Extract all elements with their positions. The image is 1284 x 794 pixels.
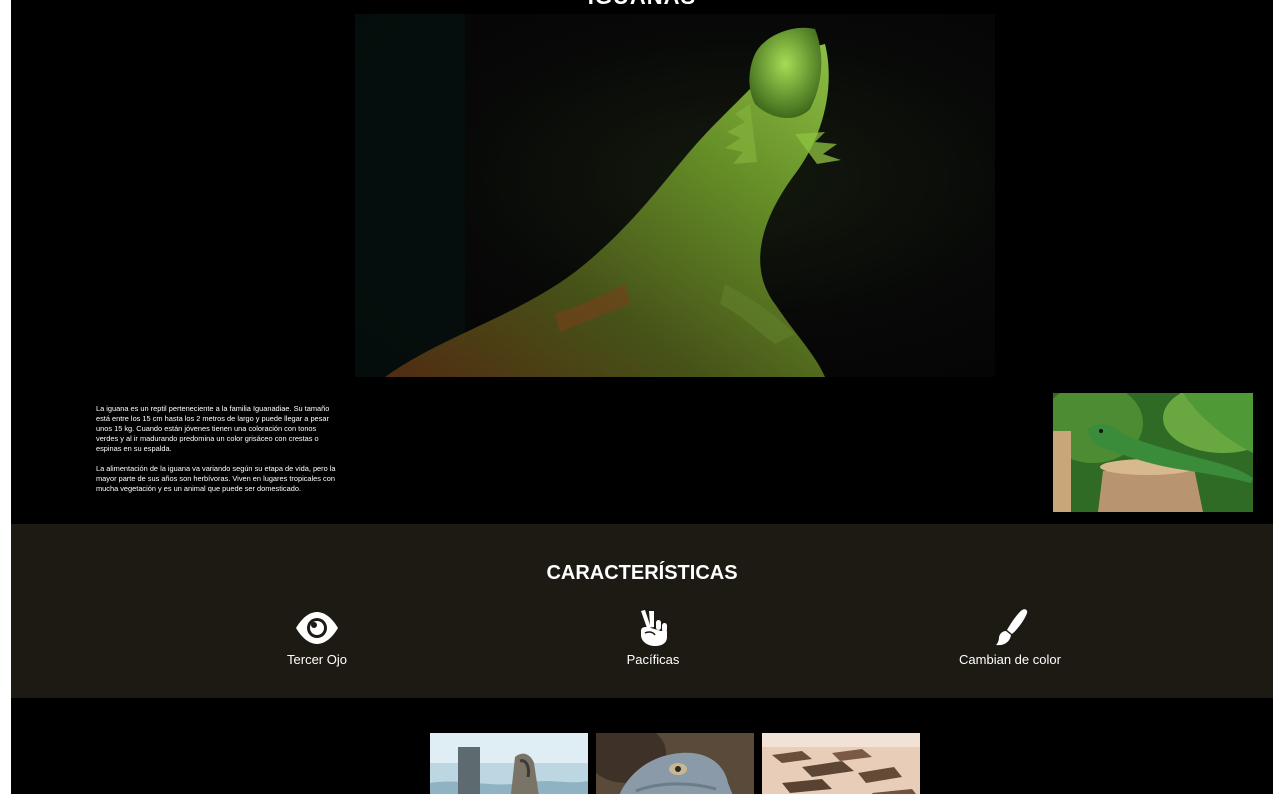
bearded-dragon-photo (355, 14, 841, 377)
side-image (1053, 393, 1253, 512)
page: IGUANAS La (11, 0, 1273, 794)
feature-color-change: Cambian de color (910, 609, 1110, 667)
gallery-thumbnail[interactable] (430, 733, 588, 794)
photo-gallery (11, 733, 1273, 794)
iguana-on-rock-photo (430, 733, 588, 794)
intro-text: La iguana es un reptil perteneciente a l… (96, 404, 336, 494)
iguana-head-photo (596, 733, 754, 794)
features-section: CARACTERÍSTICAS Tercer Ojo Pacíficas Cam… (11, 524, 1273, 698)
intro-paragraph: La iguana es un reptil perteneciente a l… (96, 404, 330, 453)
feature-label: Cambian de color (959, 652, 1061, 667)
features-title: CARACTERÍSTICAS (546, 562, 738, 584)
hero-image (355, 14, 995, 377)
feature-third-eye: Tercer Ojo (217, 609, 417, 667)
feature-label: Tercer Ojo (287, 652, 347, 667)
eye-icon (296, 612, 338, 644)
feature-label: Pacíficas (626, 652, 680, 667)
page-title: IGUANAS (11, 0, 1273, 10)
green-iguana-photo (1053, 393, 1253, 512)
feature-peaceful: Pacíficas (553, 609, 753, 667)
peace-hand-icon (641, 610, 667, 646)
gallery-thumbnail[interactable] (596, 733, 754, 794)
intro-paragraph: La alimentación de la iguana va variando… (96, 464, 336, 493)
paint-brush-icon (996, 609, 1028, 646)
iguanas-on-sand-photo (762, 733, 920, 794)
gallery-thumbnail[interactable] (762, 733, 920, 794)
